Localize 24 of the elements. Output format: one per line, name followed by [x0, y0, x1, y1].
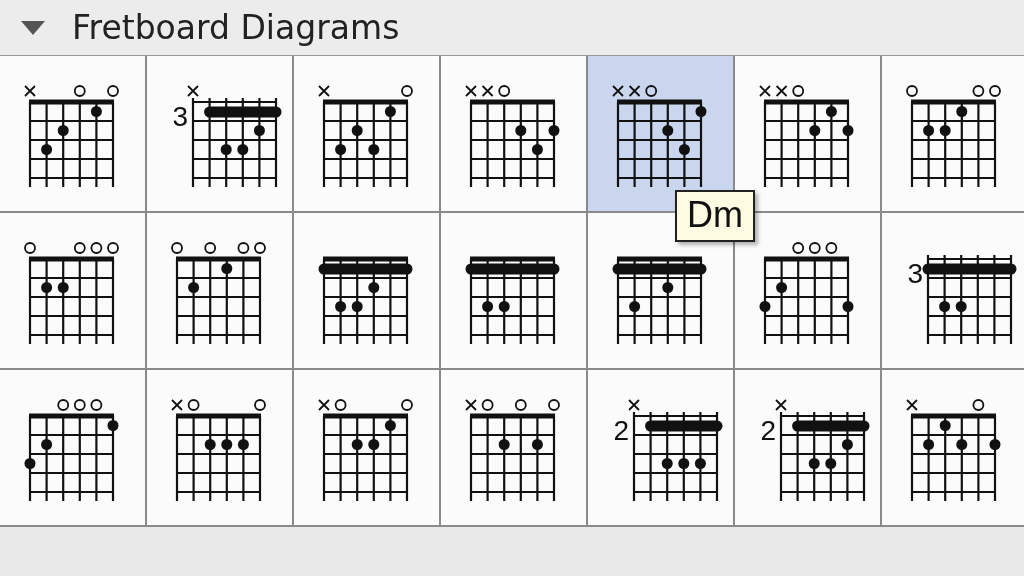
- palette-cell[interactable]: [441, 370, 586, 525]
- palette-cell[interactable]: 3: [882, 213, 1024, 368]
- palette-cell[interactable]: [0, 213, 145, 368]
- palette-cell[interactable]: [147, 370, 292, 525]
- palette-cell[interactable]: 3: [147, 56, 292, 211]
- palette-cell[interactable]: [294, 213, 439, 368]
- palette-cell[interactable]: [0, 370, 145, 525]
- palette-cell[interactable]: [294, 370, 439, 525]
- fret-number: 3: [907, 258, 923, 289]
- palette-title: Fretboard Diagrams: [72, 8, 400, 47]
- collapse-triangle-icon[interactable]: [20, 19, 46, 36]
- palette-cell[interactable]: [441, 213, 586, 368]
- palette-cell[interactable]: [882, 56, 1024, 211]
- tooltip: Dm: [675, 190, 755, 242]
- fret-number: 2: [613, 415, 629, 446]
- palette-cell[interactable]: [294, 56, 439, 211]
- palette-cell[interactable]: 2: [588, 370, 733, 525]
- palette-cell[interactable]: [882, 370, 1024, 525]
- fret-number: 2: [760, 415, 776, 446]
- palette-cell[interactable]: 2: [735, 370, 880, 525]
- palette-cell[interactable]: [147, 213, 292, 368]
- fret-number: 3: [172, 101, 188, 132]
- palette-cell[interactable]: [0, 56, 145, 211]
- palette-cell[interactable]: [441, 56, 586, 211]
